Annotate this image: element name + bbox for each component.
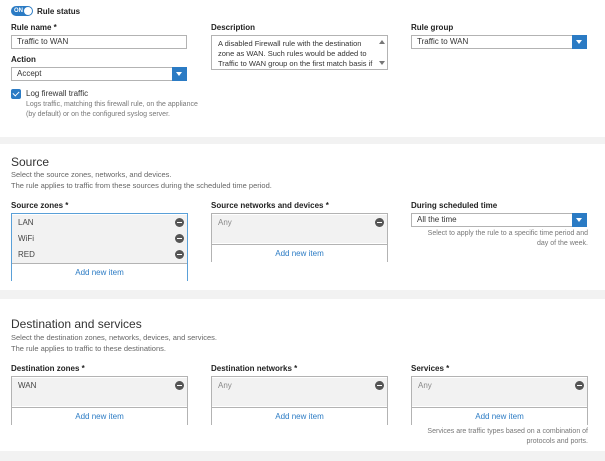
destination-networks-list[interactable]: Any Add new item bbox=[211, 376, 388, 425]
add-new-item-button[interactable]: Add new item bbox=[412, 407, 587, 425]
textarea-scrollbar[interactable] bbox=[377, 37, 386, 68]
toggle-text: ON bbox=[14, 7, 23, 14]
log-traffic-checkbox[interactable] bbox=[11, 89, 21, 99]
schedule-select[interactable]: All the time bbox=[411, 213, 587, 227]
destination-zones-label: Destination zones * bbox=[11, 364, 85, 373]
scroll-up-icon[interactable] bbox=[379, 40, 385, 44]
description-text: A disabled Firewall rule with the destin… bbox=[218, 39, 373, 68]
action-select[interactable]: Accept bbox=[11, 67, 187, 81]
rule-name-input[interactable]: Traffic to WAN bbox=[11, 35, 187, 49]
log-traffic-hint: Logs traffic, matching this firewall rul… bbox=[26, 101, 198, 118]
list-item[interactable]: RED bbox=[12, 247, 187, 263]
destination-panel: Destination and services Select the dest… bbox=[0, 299, 605, 451]
destination-title: Destination and services bbox=[11, 317, 142, 331]
list-item[interactable]: Any bbox=[212, 378, 387, 406]
list-item[interactable]: WAN bbox=[12, 378, 187, 406]
list-item[interactable]: Any bbox=[412, 378, 587, 406]
chevron-down-icon[interactable] bbox=[172, 67, 187, 81]
zone-label: WiFi bbox=[18, 234, 34, 243]
list-item[interactable]: LAN bbox=[12, 215, 187, 231]
zone-label: WAN bbox=[18, 381, 37, 390]
rule-name-label: Rule name * bbox=[11, 23, 57, 32]
general-panel: ON Rule status Rule name * Traffic to WA… bbox=[0, 0, 605, 137]
rule-status-label: Rule status bbox=[37, 7, 81, 16]
rule-group-label: Rule group bbox=[411, 23, 454, 32]
rule-group-select[interactable]: Traffic to WAN bbox=[411, 35, 587, 49]
scroll-down-icon[interactable] bbox=[379, 61, 385, 65]
list-item[interactable]: Any bbox=[212, 215, 387, 243]
chevron-down-icon[interactable] bbox=[572, 35, 587, 49]
network-label: Any bbox=[218, 218, 232, 227]
schedule-label: During scheduled time bbox=[411, 201, 498, 210]
remove-icon[interactable] bbox=[375, 218, 384, 227]
toggle-knob bbox=[24, 7, 32, 15]
description-label: Description bbox=[211, 23, 256, 32]
source-zones-label: Source zones * bbox=[11, 201, 69, 210]
add-new-item-button[interactable]: Add new item bbox=[212, 407, 387, 425]
zone-label: RED bbox=[18, 250, 35, 259]
remove-icon[interactable] bbox=[575, 381, 584, 390]
source-zones-list[interactable]: LAN WiFi RED Add new item bbox=[11, 213, 188, 281]
rule-status-toggle[interactable]: ON bbox=[11, 6, 33, 16]
source-title: Source bbox=[11, 155, 50, 169]
action-label: Action bbox=[11, 55, 36, 64]
destination-networks-label: Destination networks * bbox=[211, 364, 298, 373]
log-traffic-label: Log firewall traffic bbox=[26, 89, 89, 98]
add-new-item-button[interactable]: Add new item bbox=[212, 244, 387, 262]
source-desc-1: Select the source zones, networks, and d… bbox=[11, 170, 172, 179]
source-panel: Source Select the source zones, networks… bbox=[0, 144, 605, 290]
remove-icon[interactable] bbox=[175, 381, 184, 390]
description-textarea[interactable]: A disabled Firewall rule with the destin… bbox=[211, 35, 388, 70]
source-desc-2: The rule applies to traffic from these s… bbox=[11, 181, 272, 190]
list-item[interactable]: WiFi bbox=[12, 231, 187, 247]
schedule-value: All the time bbox=[417, 215, 457, 224]
zone-label: LAN bbox=[18, 218, 34, 227]
add-new-item-button[interactable]: Add new item bbox=[12, 407, 187, 425]
source-networks-list[interactable]: Any Add new item bbox=[211, 213, 388, 262]
add-new-item-button[interactable]: Add new item bbox=[12, 263, 187, 281]
services-label: Services * bbox=[411, 364, 450, 373]
destination-desc-2: The rule applies to traffic to these des… bbox=[11, 344, 166, 353]
services-list[interactable]: Any Add new item bbox=[411, 376, 588, 425]
services-hint: Services are traffic types based on a co… bbox=[427, 428, 588, 445]
remove-icon[interactable] bbox=[175, 250, 184, 259]
schedule-hint: Select to apply the rule to a specific t… bbox=[427, 230, 588, 247]
remove-icon[interactable] bbox=[175, 218, 184, 227]
remove-icon[interactable] bbox=[375, 381, 384, 390]
remove-icon[interactable] bbox=[175, 234, 184, 243]
rule-group-value: Traffic to WAN bbox=[417, 37, 469, 46]
chevron-down-icon[interactable] bbox=[572, 213, 587, 227]
destination-zones-list[interactable]: WAN Add new item bbox=[11, 376, 188, 425]
action-select-value: Accept bbox=[17, 69, 42, 78]
network-label: Any bbox=[218, 381, 232, 390]
destination-desc-1: Select the destination zones, networks, … bbox=[11, 333, 217, 342]
service-label: Any bbox=[418, 381, 432, 390]
source-networks-label: Source networks and devices * bbox=[211, 201, 329, 210]
